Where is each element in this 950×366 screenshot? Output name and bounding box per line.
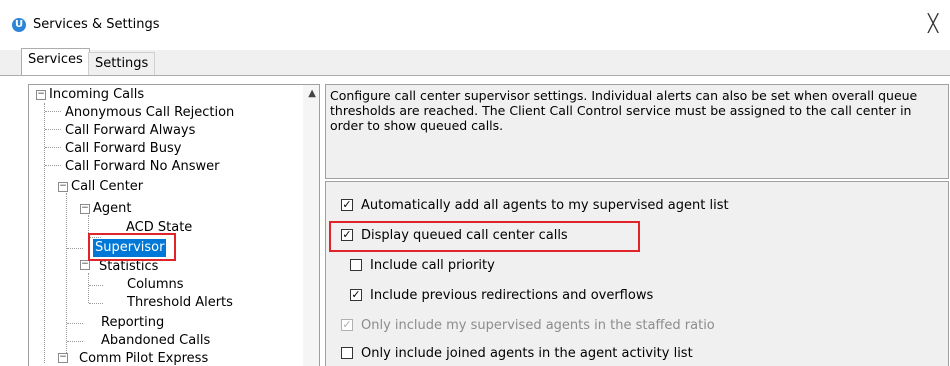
tree-connector bbox=[88, 273, 89, 303]
description-text: Configure call center supervisor setting… bbox=[330, 88, 918, 133]
tree-connector bbox=[44, 103, 45, 363]
tab-services[interactable]: Services bbox=[21, 48, 90, 75]
option-label: Only include my supervised agents in the… bbox=[361, 318, 715, 333]
checkbox-joined-agents-only[interactable] bbox=[341, 347, 353, 359]
collapse-icon[interactable]: − bbox=[58, 182, 68, 192]
tree-connector bbox=[89, 303, 103, 304]
tab-bar: Services Settings bbox=[0, 48, 950, 75]
collapse-icon[interactable]: − bbox=[58, 353, 68, 363]
option-label: Only include joined agents in the agent … bbox=[361, 346, 693, 361]
tree-item-call-forward-no-answer[interactable]: Call Forward No Answer bbox=[65, 158, 220, 176]
tree-item-threshold-alerts[interactable]: Threshold Alerts bbox=[127, 294, 233, 312]
option-label: Include call priority bbox=[370, 258, 495, 273]
options-panel: ✓ Automatically add all agents to my sup… bbox=[325, 181, 949, 366]
checkbox-staffed-ratio: ✓ bbox=[341, 318, 353, 331]
tree-item-acd-state[interactable]: ACD State bbox=[126, 219, 192, 237]
tree-connector bbox=[89, 285, 103, 286]
close-icon[interactable]: ╳ bbox=[928, 14, 938, 34]
collapse-icon[interactable]: − bbox=[36, 90, 46, 100]
tree-item-call-forward-always[interactable]: Call Forward Always bbox=[65, 122, 195, 140]
tree-connector bbox=[67, 323, 83, 324]
option-label: Include previous redirections and overfl… bbox=[370, 288, 654, 303]
tree-item-statistics[interactable]: Statistics bbox=[99, 258, 158, 276]
tree-connector bbox=[89, 237, 101, 238]
tree-item-columns[interactable]: Columns bbox=[127, 276, 184, 294]
tree-connector bbox=[67, 341, 83, 342]
tree-item-call-center[interactable]: Call Center bbox=[71, 178, 143, 196]
tree-connector bbox=[88, 215, 89, 243]
app-logo-icon: U bbox=[12, 18, 26, 32]
tab-settings[interactable]: Settings bbox=[88, 52, 156, 75]
tree-item-comm-pilot-express[interactable]: Comm Pilot Express bbox=[79, 350, 208, 366]
description-panel: Configure call center supervisor setting… bbox=[325, 84, 949, 179]
tree-connector bbox=[67, 248, 83, 249]
services-tree[interactable]: − − − − − Incoming Calls Anonymous Call … bbox=[28, 84, 320, 366]
tree-item-reporting[interactable]: Reporting bbox=[101, 314, 164, 332]
option-label: Display queued call center calls bbox=[361, 228, 568, 243]
window-title: Services & Settings bbox=[33, 17, 160, 32]
tree-item-anonymous-call-rejection[interactable]: Anonymous Call Rejection bbox=[65, 104, 234, 122]
tree-connector bbox=[66, 193, 67, 363]
tree-connector bbox=[45, 129, 61, 130]
tree-item-incoming-calls[interactable]: Incoming Calls bbox=[49, 86, 144, 104]
checkbox-include-redirections[interactable]: ✓ bbox=[350, 289, 362, 301]
tree-connector bbox=[45, 111, 61, 112]
checkbox-display-queued-calls[interactable]: ✓ bbox=[341, 229, 353, 241]
tree-connector bbox=[45, 147, 61, 148]
checkbox-auto-add-agents[interactable]: ✓ bbox=[341, 199, 353, 211]
tree-connector bbox=[45, 165, 61, 166]
option-label: Automatically add all agents to my super… bbox=[361, 198, 729, 213]
title-bar: U Services & Settings ╳ bbox=[0, 0, 950, 50]
tree-item-supervisor[interactable]: Supervisor bbox=[93, 239, 167, 257]
tree-item-abandoned-calls[interactable]: Abandoned Calls bbox=[101, 332, 210, 350]
collapse-icon[interactable]: − bbox=[80, 260, 90, 270]
checkbox-include-call-priority[interactable] bbox=[350, 259, 362, 271]
tree-item-agent[interactable]: Agent bbox=[93, 200, 131, 218]
collapse-icon[interactable]: − bbox=[80, 204, 90, 214]
scroll-up-icon[interactable]: ▲ bbox=[308, 88, 316, 99]
tree-item-call-forward-busy[interactable]: Call Forward Busy bbox=[65, 140, 181, 158]
tree-scrollbar[interactable]: ▲ bbox=[303, 85, 319, 366]
